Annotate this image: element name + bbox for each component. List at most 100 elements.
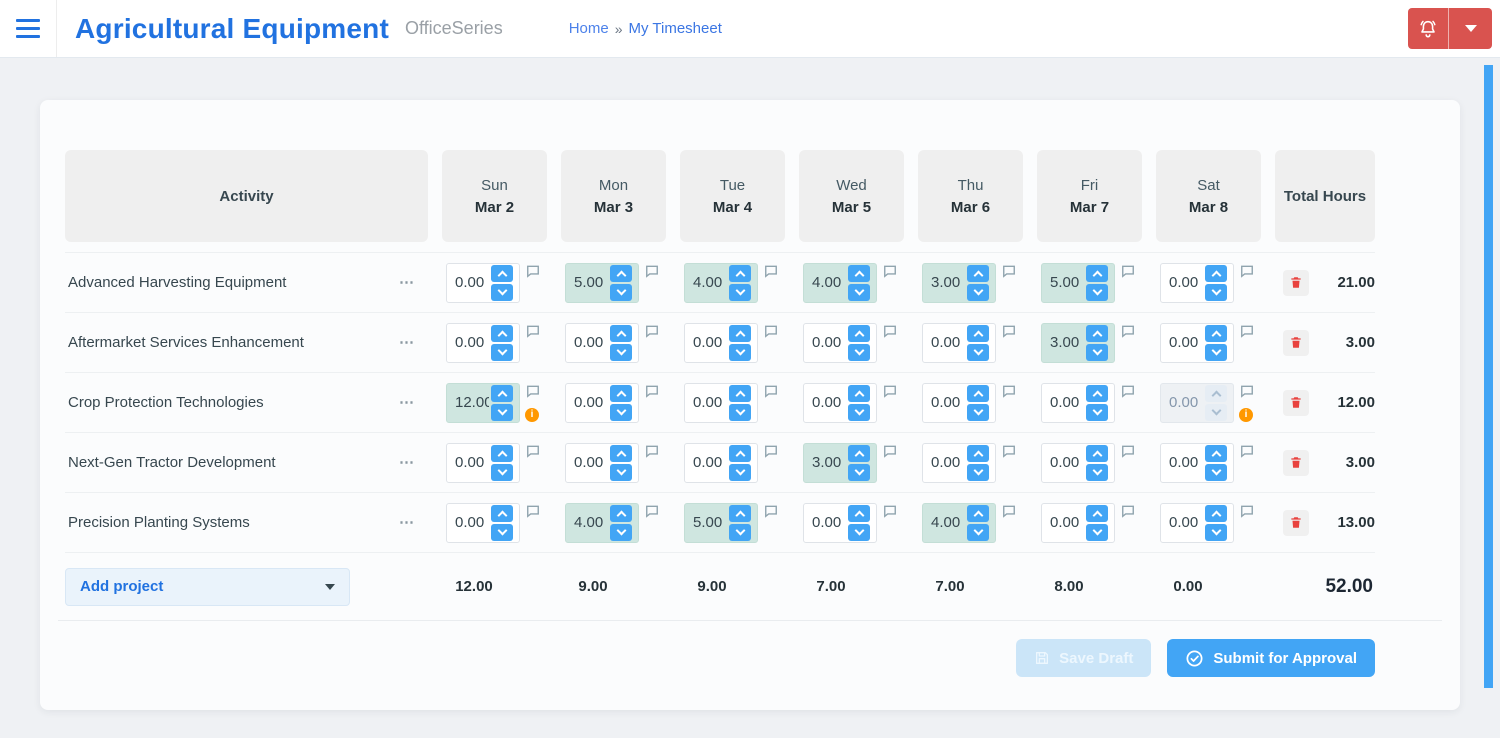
increment-button[interactable] [1086, 444, 1108, 462]
increment-button[interactable] [848, 444, 870, 462]
decrement-button[interactable] [848, 523, 870, 541]
decrement-button[interactable] [967, 523, 989, 541]
comment-icon[interactable] [645, 384, 659, 398]
increment-button[interactable] [610, 264, 632, 282]
increment-button[interactable] [848, 504, 870, 522]
hours-input[interactable] [685, 514, 727, 531]
delete-row-button[interactable] [1283, 449, 1309, 476]
hours-input[interactable] [566, 394, 608, 411]
row-actions-menu-button[interactable]: ⋯ [399, 335, 416, 350]
decrement-button[interactable] [967, 403, 989, 421]
comment-icon[interactable] [1002, 324, 1016, 338]
breadcrumb-home-link[interactable]: Home [569, 20, 609, 37]
increment-button[interactable] [1205, 504, 1227, 522]
hours-input[interactable] [1161, 394, 1203, 411]
increment-button[interactable] [848, 384, 870, 402]
comment-icon[interactable] [764, 504, 778, 518]
hours-input[interactable] [566, 454, 608, 471]
hours-input[interactable] [447, 454, 489, 471]
comment-icon[interactable] [645, 264, 659, 278]
hours-input[interactable] [923, 514, 965, 531]
menu-button[interactable] [0, 0, 57, 57]
decrement-button[interactable] [729, 283, 751, 301]
increment-button[interactable] [610, 384, 632, 402]
row-actions-menu-button[interactable]: ⋯ [399, 275, 416, 290]
decrement-button[interactable] [729, 523, 751, 541]
submit-for-approval-button[interactable]: Submit for Approval [1167, 639, 1375, 677]
increment-button[interactable] [1205, 264, 1227, 282]
decrement-button[interactable] [1086, 403, 1108, 421]
decrement-button[interactable] [967, 343, 989, 361]
comment-icon[interactable] [1002, 384, 1016, 398]
decrement-button[interactable] [491, 343, 513, 361]
increment-button[interactable] [491, 444, 513, 462]
increment-button[interactable] [967, 384, 989, 402]
comment-icon[interactable] [526, 504, 540, 518]
add-project-select[interactable]: Add project [65, 567, 350, 606]
increment-button[interactable] [491, 324, 513, 342]
delete-row-button[interactable] [1283, 269, 1309, 296]
decrement-button[interactable] [1086, 463, 1108, 481]
comment-icon[interactable] [1002, 264, 1016, 278]
hours-input[interactable] [447, 514, 489, 531]
hours-input[interactable] [923, 274, 965, 291]
breadcrumb-current-link[interactable]: My Timesheet [629, 20, 722, 37]
comment-icon[interactable] [526, 444, 540, 458]
decrement-button[interactable] [491, 463, 513, 481]
hours-input[interactable] [685, 454, 727, 471]
comment-icon[interactable] [526, 384, 540, 398]
increment-button[interactable] [729, 444, 751, 462]
increment-button[interactable] [1205, 384, 1227, 402]
hours-input[interactable] [566, 514, 608, 531]
comment-icon[interactable] [1121, 384, 1135, 398]
decrement-button[interactable] [967, 283, 989, 301]
increment-button[interactable] [729, 324, 751, 342]
comment-icon[interactable] [526, 324, 540, 338]
row-actions-menu-button[interactable]: ⋯ [399, 515, 416, 530]
decrement-button[interactable] [610, 403, 632, 421]
increment-button[interactable] [1205, 324, 1227, 342]
hours-input[interactable] [447, 274, 489, 291]
comment-icon[interactable] [645, 324, 659, 338]
hours-input[interactable] [685, 394, 727, 411]
increment-button[interactable] [848, 324, 870, 342]
comment-icon[interactable] [764, 444, 778, 458]
hours-input[interactable] [923, 394, 965, 411]
decrement-button[interactable] [1205, 463, 1227, 481]
decrement-button[interactable] [1205, 343, 1227, 361]
decrement-button[interactable] [848, 403, 870, 421]
increment-button[interactable] [729, 504, 751, 522]
decrement-button[interactable] [1086, 343, 1108, 361]
hours-input[interactable] [923, 334, 965, 351]
hours-input[interactable] [1042, 274, 1084, 291]
hours-input[interactable] [447, 334, 489, 351]
comment-icon[interactable] [1240, 324, 1254, 338]
decrement-button[interactable] [729, 403, 751, 421]
increment-button[interactable] [848, 264, 870, 282]
hours-input[interactable] [804, 454, 846, 471]
delete-row-button[interactable] [1283, 329, 1309, 356]
delete-row-button[interactable] [1283, 389, 1309, 416]
comment-icon[interactable] [1002, 504, 1016, 518]
hours-input[interactable] [1161, 514, 1203, 531]
increment-button[interactable] [967, 324, 989, 342]
comment-icon[interactable] [1240, 264, 1254, 278]
increment-button[interactable] [729, 264, 751, 282]
decrement-button[interactable] [1205, 403, 1227, 421]
hours-input[interactable] [1042, 514, 1084, 531]
increment-button[interactable] [1205, 444, 1227, 462]
decrement-button[interactable] [610, 463, 632, 481]
vertical-scrollbar-thumb[interactable] [1484, 65, 1493, 688]
comment-icon[interactable] [764, 264, 778, 278]
comment-icon[interactable] [1121, 504, 1135, 518]
comment-icon[interactable] [883, 264, 897, 278]
increment-button[interactable] [729, 384, 751, 402]
increment-button[interactable] [1086, 504, 1108, 522]
decrement-button[interactable] [729, 463, 751, 481]
hours-input[interactable] [1042, 334, 1084, 351]
hours-input[interactable] [447, 394, 489, 411]
hours-input[interactable] [804, 334, 846, 351]
decrement-button[interactable] [610, 283, 632, 301]
comment-icon[interactable] [1121, 264, 1135, 278]
decrement-button[interactable] [848, 283, 870, 301]
